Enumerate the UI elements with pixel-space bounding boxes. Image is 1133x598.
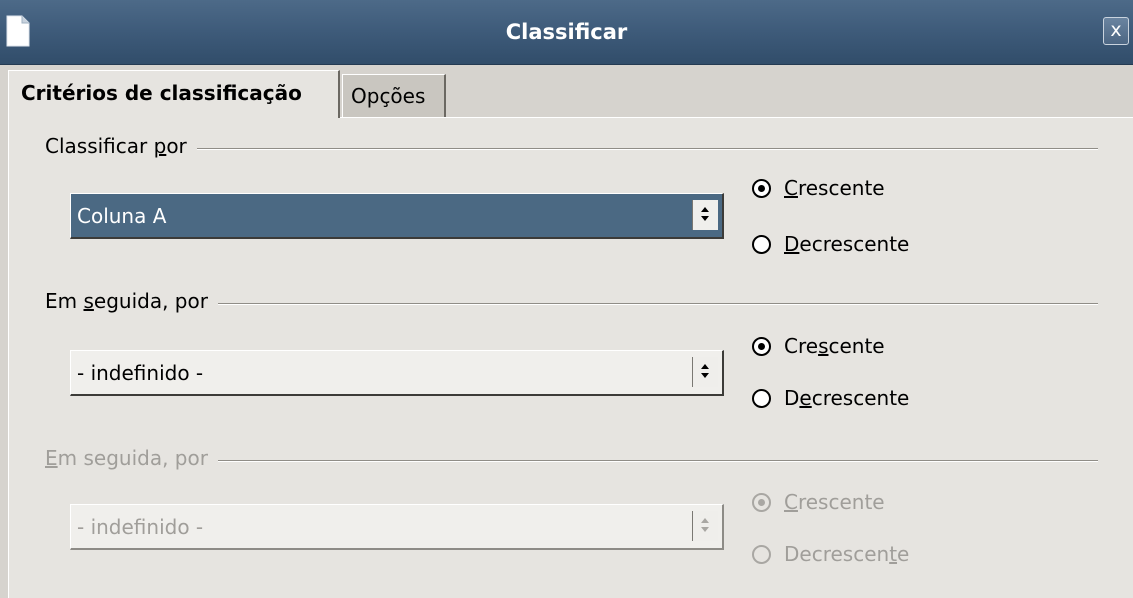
- radio-unchecked-icon: [752, 389, 771, 408]
- combo-value: - indefinido -: [77, 515, 204, 539]
- tab-options[interactable]: Opções: [342, 74, 446, 118]
- up-down-arrows-icon: [701, 364, 709, 378]
- section-divider: [45, 148, 1098, 150]
- spinner-button[interactable]: [692, 511, 718, 541]
- radio-checked-icon: [752, 493, 771, 512]
- spinner-button[interactable]: [692, 357, 718, 387]
- sort-key-3-combo[interactable]: - indefinido -: [70, 504, 724, 550]
- tab-sort-criteria[interactable]: Critérios de classificação: [8, 70, 340, 118]
- close-button[interactable]: x: [1103, 17, 1129, 45]
- sort-key-1-combo[interactable]: Coluna A: [70, 193, 724, 239]
- section-heading-then-by-2: Em seguida, por: [45, 446, 218, 470]
- radio-label: Decrescente: [784, 542, 910, 566]
- up-down-arrows-icon: [701, 518, 709, 532]
- combo-value: Coluna A: [77, 204, 167, 228]
- section-heading-sort-by: Classificar por: [45, 134, 197, 158]
- spinner-button[interactable]: [692, 200, 718, 230]
- section-heading-then-by-1: Em seguida, por: [45, 289, 218, 313]
- radio-label: Crescente: [784, 490, 885, 514]
- tab-label: Critérios de classificação: [21, 81, 302, 105]
- close-icon: x: [1110, 19, 1122, 41]
- radio-checked-icon: [752, 337, 771, 356]
- radio-label: Decrescente: [784, 232, 910, 256]
- radio-label: Decrescente: [784, 386, 910, 410]
- radio-label: Crescente: [784, 176, 885, 200]
- window-title: Classificar: [505, 20, 628, 44]
- up-down-arrows-icon: [701, 207, 709, 221]
- title-bar[interactable]: Classificar x: [0, 0, 1133, 65]
- sort-key-2-combo[interactable]: - indefinido -: [70, 350, 724, 396]
- combo-value: - indefinido -: [77, 361, 204, 385]
- radio-unchecked-icon: [752, 545, 771, 564]
- tab-label: Opções: [351, 84, 426, 108]
- radio-label: Crescente: [784, 334, 885, 358]
- radio-checked-icon: [752, 179, 771, 198]
- radio-unchecked-icon: [752, 235, 771, 254]
